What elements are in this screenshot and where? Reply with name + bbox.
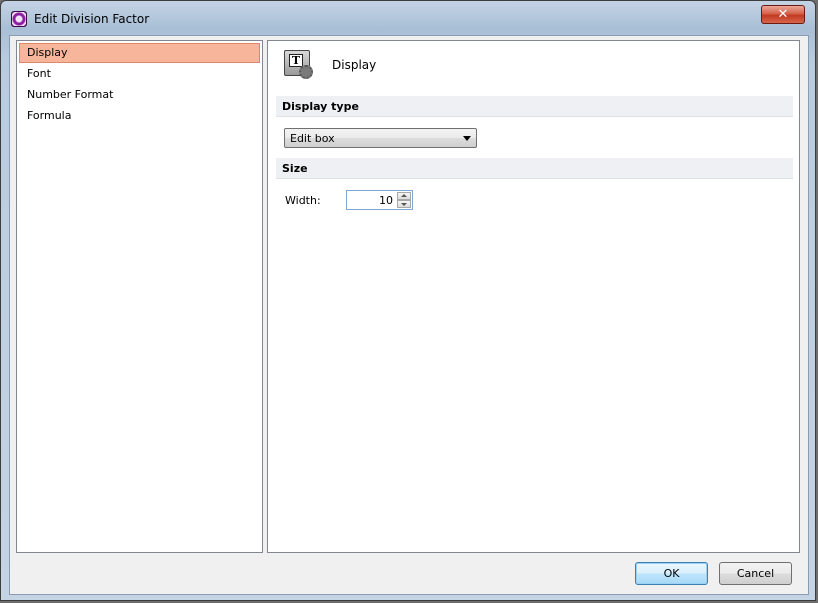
chevron-down-icon <box>463 136 471 141</box>
ok-button-label: OK <box>663 567 680 580</box>
dialog-window: Edit Division Factor ✕ Display Font Numb… <box>0 0 816 601</box>
nav-item-display[interactable]: Display <box>19 43 260 63</box>
cancel-button[interactable]: Cancel <box>719 562 792 585</box>
category-list: Display Font Number Format Formula <box>16 40 263 553</box>
section-header-display-type: Display type <box>276 96 793 117</box>
close-button[interactable]: ✕ <box>761 5 805 24</box>
close-icon: ✕ <box>777 7 789 22</box>
width-stepper[interactable] <box>346 190 413 210</box>
nav-item-label: Font <box>27 67 51 80</box>
page-title: Display <box>332 58 377 72</box>
display-settings-icon: T <box>284 50 313 79</box>
window-title: Edit Division Factor <box>34 12 150 26</box>
gear-icon <box>299 65 313 79</box>
display-type-dropdown[interactable]: Edit box <box>284 128 477 148</box>
arrow-down-icon <box>401 203 407 206</box>
nav-item-font[interactable]: Font <box>19 64 260 84</box>
nav-item-formula[interactable]: Formula <box>19 106 260 126</box>
nav-item-number-format[interactable]: Number Format <box>19 85 260 105</box>
nav-item-label: Display <box>27 46 68 59</box>
settings-panel: T Display Display type Edit box Size Wid… <box>267 40 800 553</box>
section-header-size: Size <box>276 158 793 179</box>
dropdown-value: Edit box <box>290 132 335 145</box>
arrow-up-icon <box>401 194 407 197</box>
nav-item-label: Number Format <box>27 88 114 101</box>
ok-button[interactable]: OK <box>635 562 708 585</box>
text-icon: T <box>289 54 303 67</box>
increment-button[interactable] <box>397 192 411 200</box>
title-bar[interactable]: Edit Division Factor ✕ <box>1 1 815 35</box>
dialog-body: Display Font Number Format Formula T Dis… <box>9 35 809 595</box>
width-input[interactable] <box>348 192 396 208</box>
width-label: Width: <box>285 194 321 207</box>
app-icon <box>11 11 27 27</box>
cancel-button-label: Cancel <box>736 567 775 580</box>
decrement-button[interactable] <box>397 200 411 208</box>
nav-item-label: Formula <box>27 109 72 122</box>
